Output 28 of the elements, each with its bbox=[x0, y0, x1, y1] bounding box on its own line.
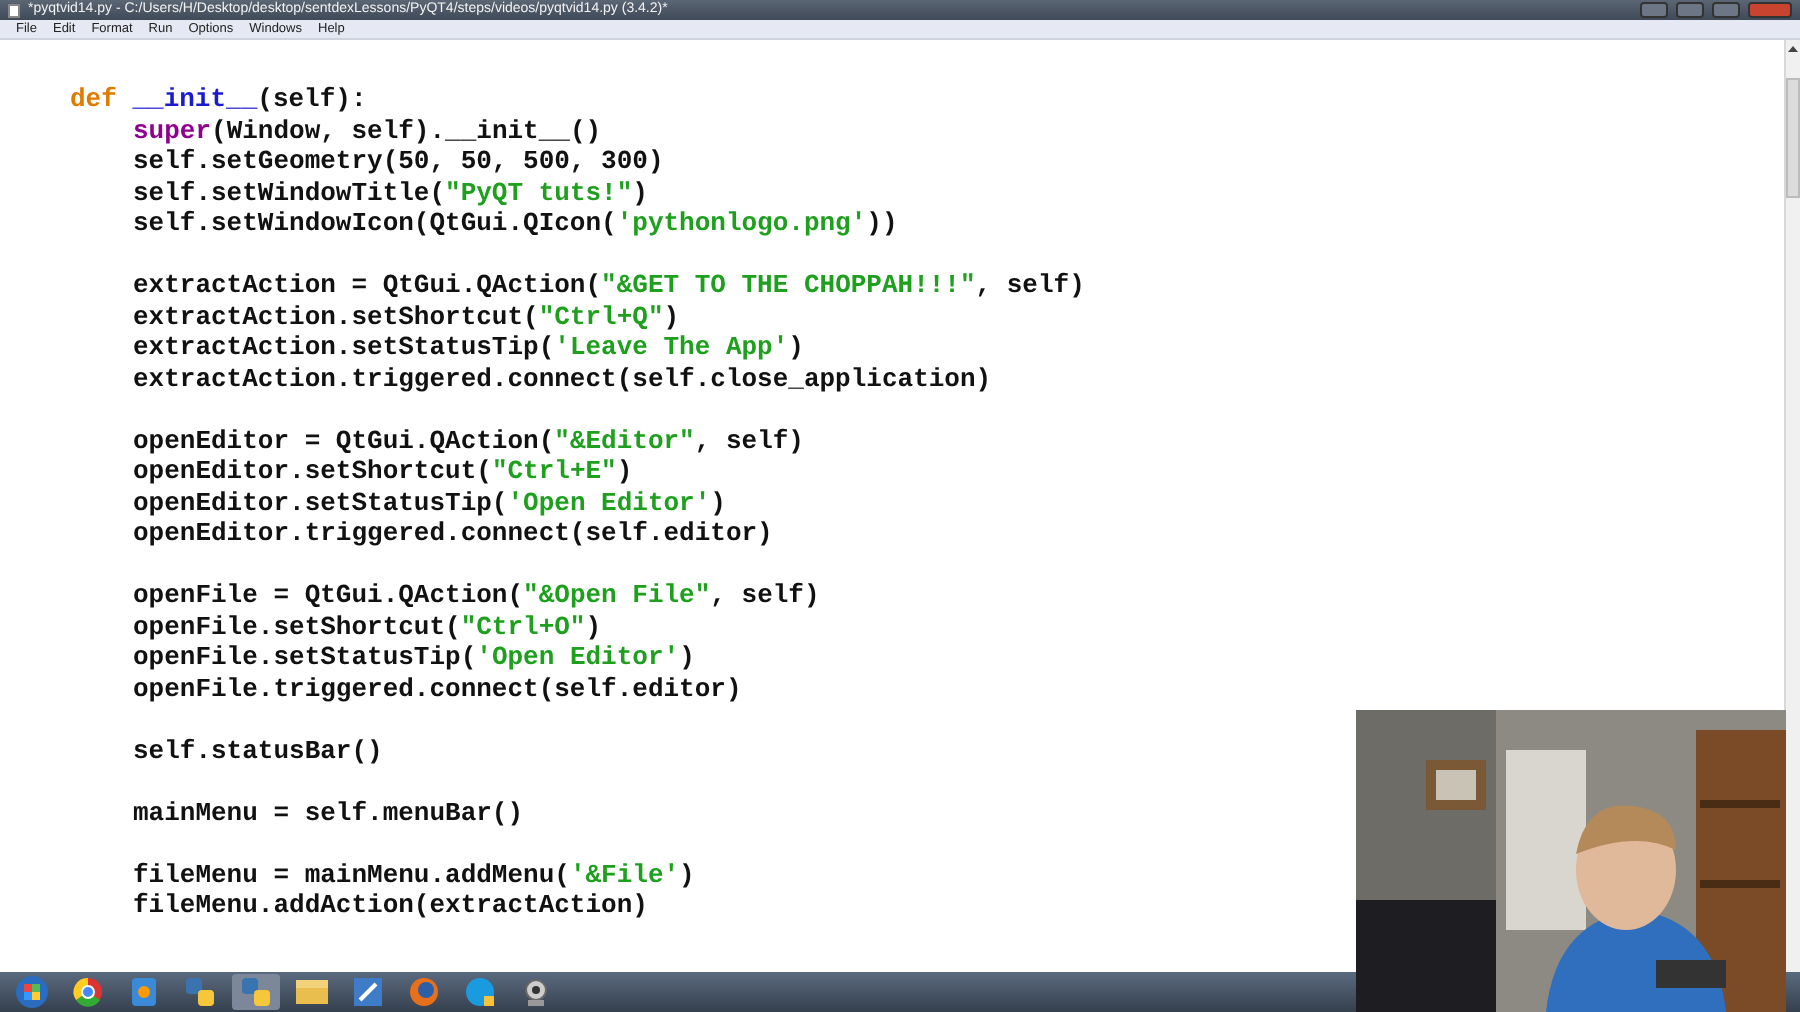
document-icon bbox=[8, 3, 20, 17]
code-line: self.statusBar() bbox=[133, 735, 383, 766]
code-line: self.setWindowTitle("PyQT tuts!") bbox=[133, 177, 648, 208]
resize-button[interactable] bbox=[1640, 2, 1668, 18]
code-line: def __init__(self): bbox=[70, 84, 367, 115]
python-icon[interactable] bbox=[232, 974, 280, 1010]
code-line: fileMenu = mainMenu.addMenu('&File') bbox=[133, 859, 695, 890]
code-line: openFile = QtGui.QAction("&Open File", self) bbox=[133, 580, 820, 611]
scrollbar-thumb[interactable] bbox=[1786, 78, 1800, 198]
code-line: extractAction = QtGui.QAction("&GET TO THE CHOPPAH!!!", self) bbox=[133, 270, 1085, 301]
code-line: openFile.setStatusTip('Open Editor') bbox=[133, 642, 695, 673]
minimize-button[interactable] bbox=[1676, 2, 1704, 18]
code-line: openFile.setShortcut("Ctrl+O") bbox=[133, 611, 602, 642]
close-button[interactable] bbox=[1748, 2, 1792, 18]
code-line: fileMenu.addAction(extractAction) bbox=[133, 890, 648, 921]
code-line: self.setGeometry(50, 50, 500, 300) bbox=[133, 146, 664, 177]
code-line: mainMenu = self.menuBar() bbox=[133, 797, 524, 828]
code-line: openEditor.setStatusTip('Open Editor') bbox=[133, 487, 726, 518]
code-line: openFile.triggered.connect(self.editor) bbox=[133, 673, 742, 704]
code-line: self.setWindowIcon(QtGui.QIcon('pythonlogo.png')) bbox=[133, 208, 898, 239]
code-line: openEditor.triggered.connect(self.editor) bbox=[133, 518, 773, 549]
code-line: openEditor.setShortcut("Ctrl+E") bbox=[133, 456, 633, 487]
code-line: extractAction.triggered.connect(self.close_application) bbox=[133, 363, 992, 394]
code-line: super(Window, self).__init__() bbox=[133, 115, 602, 146]
code-line: openEditor = QtGui.QAction("&Editor", self) bbox=[133, 425, 804, 456]
code-line: extractAction.setStatusTip('Leave The App') bbox=[133, 332, 804, 363]
code-line: extractAction.setShortcut("Ctrl+Q") bbox=[133, 301, 680, 332]
maximize-button[interactable] bbox=[1712, 2, 1740, 18]
